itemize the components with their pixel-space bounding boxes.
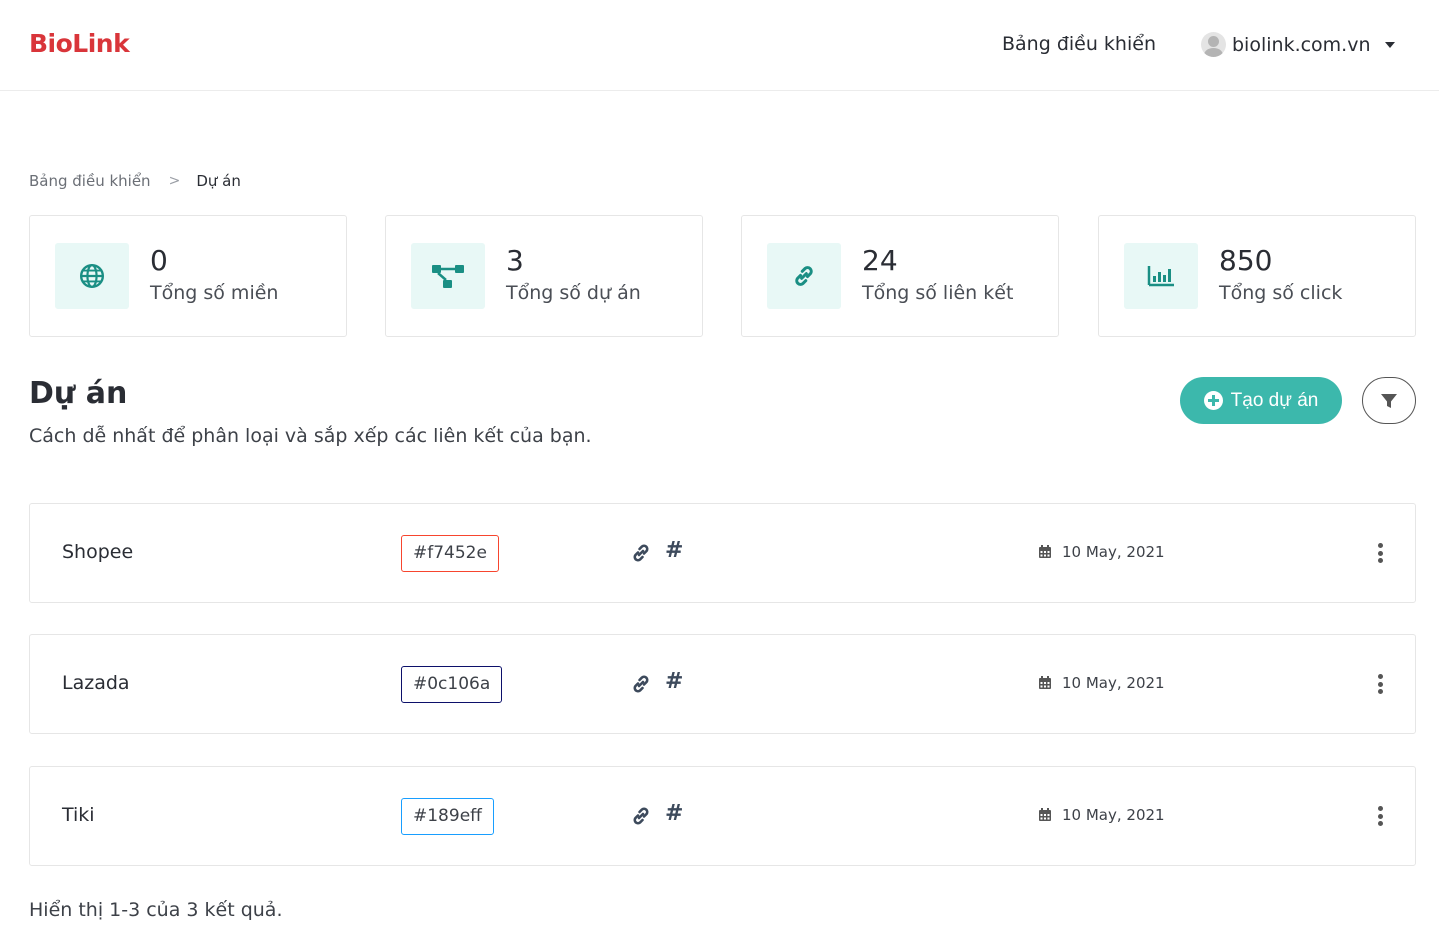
top-navbar: BioLink Bảng điều khiển biolink.com.vn: [0, 0, 1439, 91]
hashtag-icon[interactable]: #: [665, 538, 683, 563]
user-menu-dropdown[interactable]: biolink.com.vn: [1201, 32, 1395, 57]
create-project-label: Tạo dự án: [1230, 389, 1319, 411]
stat-label: Tổng số dự án: [506, 282, 641, 304]
stat-value: 24: [862, 244, 898, 277]
stat-value: 3: [506, 244, 524, 277]
stat-label: Tổng số click: [1219, 282, 1343, 304]
project-name[interactable]: Shopee: [62, 541, 133, 563]
caret-down-icon: [1384, 41, 1395, 48]
project-date: 10 May, 2021: [1038, 806, 1165, 824]
project-color-badge: #0c106a: [401, 666, 503, 703]
project-date-text: 10 May, 2021: [1062, 806, 1165, 824]
filter-icon: [1381, 393, 1397, 408]
link-icon[interactable]: [629, 541, 653, 565]
stat-card-domains: 0 Tổng số miền: [29, 215, 347, 337]
project-row[interactable]: Shopee #f7452e # 10 May, 2021: [29, 503, 1416, 603]
project-name[interactable]: Tiki: [62, 804, 95, 826]
project-color-badge: #f7452e: [401, 535, 499, 572]
link-icon: [767, 243, 841, 309]
stat-card-clicks: 850 Tổng số click: [1098, 215, 1416, 337]
page-title: Dự án: [29, 376, 128, 411]
stat-label: Tổng số liên kết: [862, 282, 1014, 304]
project-color-badge: #189eff: [401, 798, 494, 835]
project-diagram-icon: [411, 243, 485, 309]
project-date-text: 10 May, 2021: [1062, 674, 1165, 692]
breadcrumb-current: Dự án: [196, 172, 241, 190]
pagination-summary: Hiển thị 1-3 của 3 kết quả.: [29, 899, 283, 921]
link-icon[interactable]: [629, 672, 653, 696]
project-date-text: 10 May, 2021: [1062, 543, 1165, 561]
project-row[interactable]: Tiki #189eff # 10 May, 2021: [29, 766, 1416, 866]
user-menu-label: biolink.com.vn: [1232, 33, 1371, 56]
project-date: 10 May, 2021: [1038, 543, 1165, 561]
stat-value: 850: [1219, 244, 1273, 277]
more-options-icon[interactable]: [1372, 804, 1388, 828]
project-name[interactable]: Lazada: [62, 672, 130, 694]
stat-card-links: 24 Tổng số liên kết: [741, 215, 1059, 337]
breadcrumb-dashboard-link[interactable]: Bảng điều khiển: [29, 172, 151, 190]
calendar-icon: [1039, 545, 1051, 558]
hashtag-icon[interactable]: #: [665, 801, 683, 826]
page-description: Cách dễ nhất để phân loại và sắp xếp các…: [29, 425, 592, 447]
stat-label: Tổng số miền: [150, 282, 279, 304]
breadcrumb: Bảng điều khiển > Dự án: [29, 172, 241, 190]
more-options-icon[interactable]: [1372, 672, 1388, 696]
bar-chart-icon: [1124, 243, 1198, 309]
link-icon[interactable]: [629, 804, 653, 828]
project-date: 10 May, 2021: [1038, 674, 1165, 692]
plus-circle-icon: [1203, 391, 1223, 410]
chevron-right-icon: >: [168, 173, 181, 189]
stat-value: 0: [150, 244, 168, 277]
stat-card-projects: 3 Tổng số dự án: [385, 215, 703, 337]
user-avatar-icon: [1201, 32, 1226, 57]
create-project-button[interactable]: Tạo dự án: [1180, 377, 1342, 424]
more-options-icon[interactable]: [1372, 541, 1388, 565]
project-row[interactable]: Lazada #0c106a # 10 May, 2021: [29, 634, 1416, 734]
hashtag-icon[interactable]: #: [665, 669, 683, 694]
nav-dashboard-link[interactable]: Bảng điều khiển: [1002, 33, 1156, 55]
filter-button[interactable]: [1362, 377, 1416, 424]
brand-logo[interactable]: BioLink: [29, 29, 130, 58]
globe-icon: [55, 243, 129, 309]
calendar-icon: [1039, 808, 1051, 821]
calendar-icon: [1039, 676, 1051, 689]
